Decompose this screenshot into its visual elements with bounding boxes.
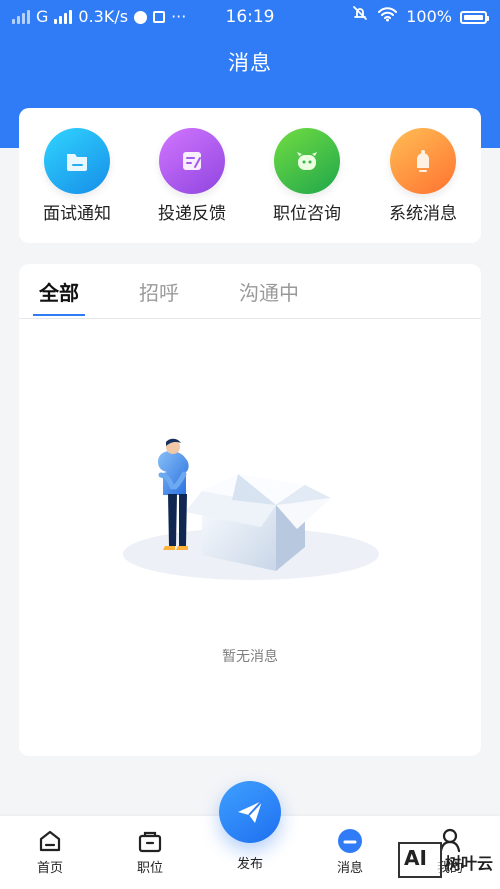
battery-icon xyxy=(460,10,489,24)
quick-action-interview-notice[interactable]: 面试通知 xyxy=(22,128,132,226)
quick-action-label: 投递反馈 xyxy=(158,204,226,224)
nav-messages-label: 消息 xyxy=(336,861,363,876)
quick-action-system-message[interactable]: 系统消息 xyxy=(368,128,478,226)
nav-jobs-label: 职位 xyxy=(136,861,163,876)
wifi-icon xyxy=(377,0,398,34)
watermark: AI 树叶云 xyxy=(398,842,500,884)
quick-action-job-consulting[interactable]: 职位咨询 xyxy=(252,128,362,226)
message-tabs: 全部 招呼 沟通中 xyxy=(19,264,481,319)
publish-button[interactable] xyxy=(219,781,281,843)
active-tab-indicator xyxy=(33,314,85,316)
quick-action-label: 系统消息 xyxy=(389,204,457,224)
quick-action-label: 面试通知 xyxy=(43,204,111,224)
battery-percentage: 100% xyxy=(406,7,452,26)
tab-chatting[interactable]: 沟通中 xyxy=(239,277,299,306)
quick-actions-card: 面试通知 投递反馈 职位咨询 系统消息 xyxy=(19,108,481,243)
nav-messages[interactable]: 消息 xyxy=(322,826,378,878)
ai-logo: AI xyxy=(398,842,442,878)
bell-icon xyxy=(390,128,456,194)
briefcase-icon xyxy=(135,826,165,856)
folder-icon xyxy=(44,128,110,194)
tab-all[interactable]: 全部 xyxy=(39,277,79,306)
message-icon xyxy=(335,826,365,856)
ai-logo-text: AI xyxy=(404,846,427,870)
nav-jobs[interactable]: 职位 xyxy=(122,826,178,878)
empty-message-text: 暂无消息 xyxy=(222,649,278,665)
messages-card: 全部 招呼 沟通中 暂无消息 xyxy=(19,264,481,756)
robot-icon xyxy=(274,128,340,194)
empty-box-person-illustration xyxy=(123,438,379,580)
nav-home-label: 首页 xyxy=(36,861,63,876)
status-right: 100% xyxy=(351,0,489,34)
message-page: G 0.3K/s ··· 16:19 100% 消息 面试通知 投递反馈 职位咨… xyxy=(0,0,500,889)
status-bar: G 0.3K/s ··· 16:19 100% xyxy=(0,0,500,34)
quick-action-application-feedback[interactable]: 投递反馈 xyxy=(137,128,247,226)
watermark-name: 树叶云 xyxy=(445,854,494,873)
quick-action-label: 职位咨询 xyxy=(273,204,341,224)
silent-alarm-icon xyxy=(351,0,369,34)
tab-greetings[interactable]: 招呼 xyxy=(139,277,179,306)
feedback-icon xyxy=(159,128,225,194)
home-icon xyxy=(35,826,65,856)
page-title: 消息 xyxy=(228,51,272,75)
paper-plane-icon xyxy=(238,800,263,823)
publish-label: 发布 xyxy=(236,857,263,872)
nav-home[interactable]: 首页 xyxy=(22,826,78,878)
